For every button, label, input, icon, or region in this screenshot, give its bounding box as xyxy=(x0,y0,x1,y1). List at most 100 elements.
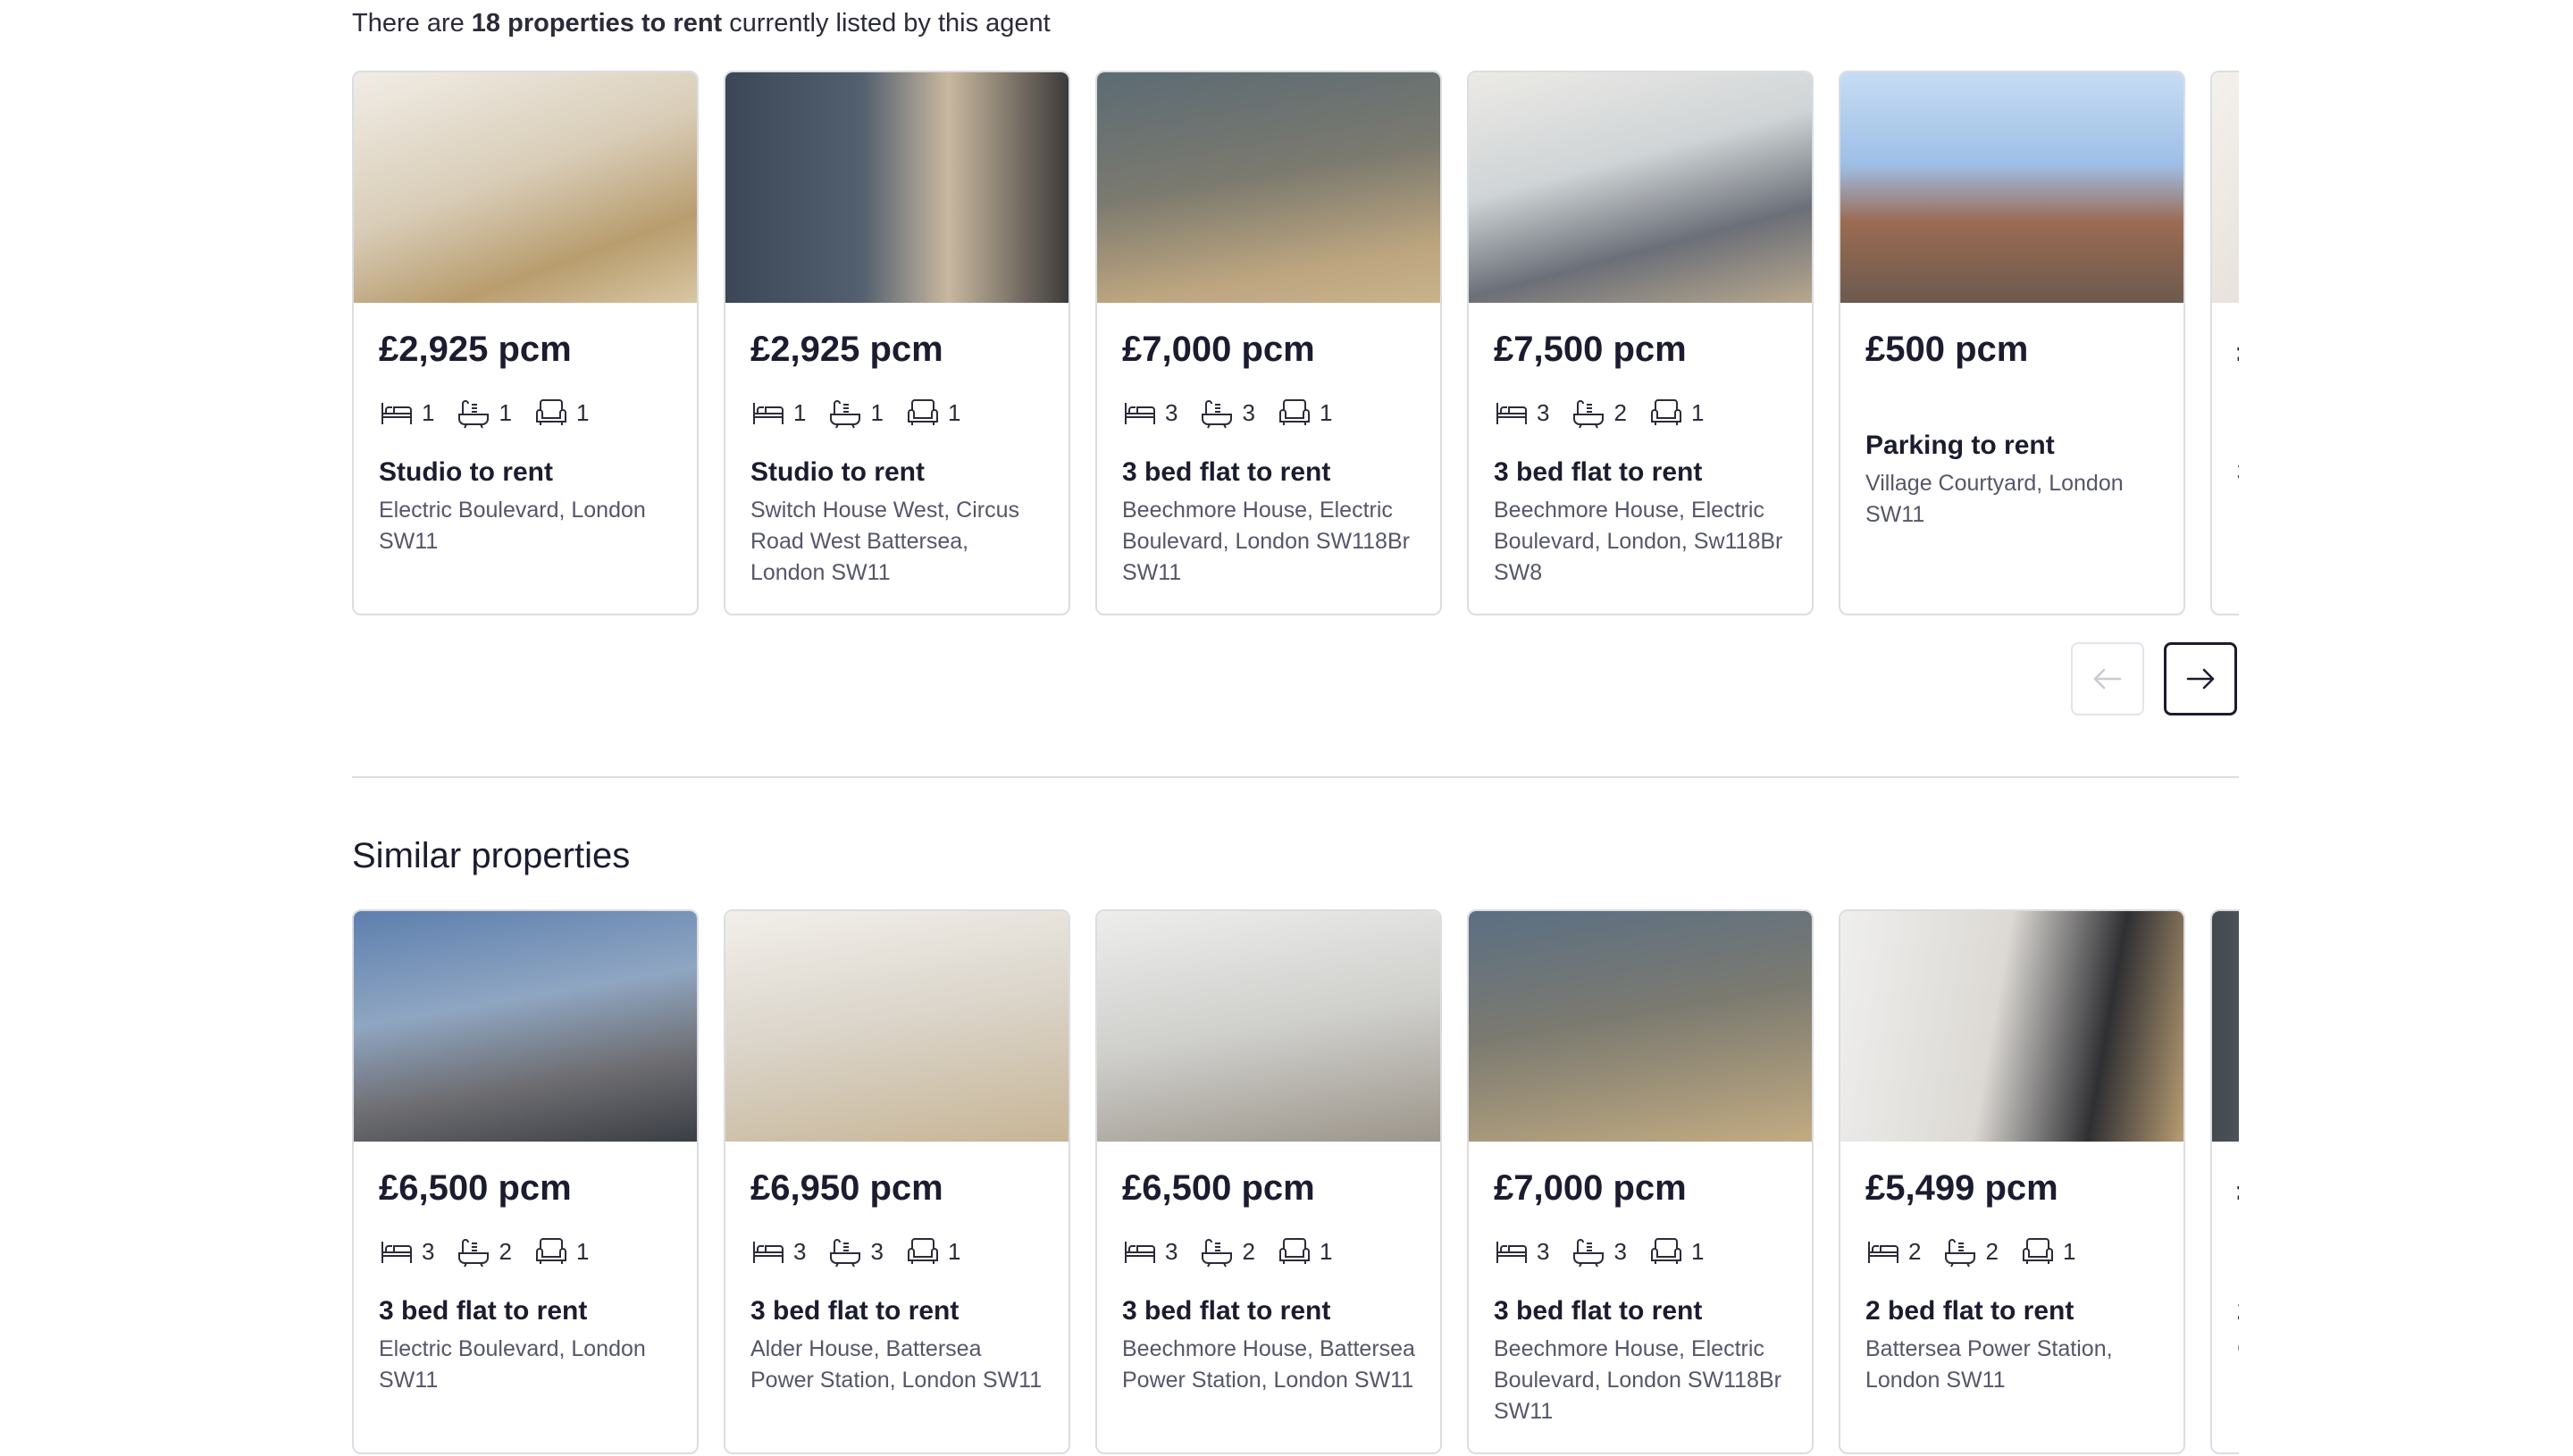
property-card[interactable]: £2,925 pcm 1 1 1 Studio to rent Electric… xyxy=(352,71,699,615)
property-card[interactable]: £7,000 pcm 3 3 1 3 bed flat to rent Beec… xyxy=(1467,909,1814,1454)
bath-icon xyxy=(1573,400,1605,429)
bath-count: 3 xyxy=(1613,1237,1627,1265)
property-card[interactable]: £500 pcm Parking to rent Village Courtya… xyxy=(1839,71,2185,615)
property-address: Electric Boulevard, London SW11 xyxy=(379,498,646,554)
bath-icon xyxy=(1945,1239,1976,1268)
property-address: Battersea Power Station, London SW11 xyxy=(1865,1336,2113,1393)
bath-icon xyxy=(830,400,861,429)
bed-count: 1 xyxy=(793,398,807,426)
bed-icon xyxy=(1125,1242,1155,1263)
property-card[interactable]: £7,000 pcm 3 3 1 3 bed flat to rent Beec… xyxy=(1095,71,1442,615)
property-features: 3 3 1 xyxy=(1122,395,1415,431)
kitchen-photo[interactable] xyxy=(725,72,1069,303)
property-type: Studio to rent xyxy=(379,457,553,487)
summary-prefix: There are xyxy=(352,9,472,38)
property-card[interactable]: £2,925 pcm 1 1 1 Studio to rent Switch H… xyxy=(724,71,1070,615)
sofa-icon xyxy=(907,1238,938,1264)
property-address: Village Courtyard, London SW11 xyxy=(1865,471,2124,527)
kitchen-wardrobe-photo[interactable] xyxy=(1840,911,2183,1142)
property-card[interactable]: £6,500 pcm 3 2 1 3 bed flat to rent Beec… xyxy=(1095,909,1442,1454)
living-room-photo[interactable] xyxy=(354,72,697,303)
bed-count: 1 xyxy=(422,398,435,426)
reception-count: 1 xyxy=(575,398,590,426)
bed-icon xyxy=(1125,403,1155,424)
bed-count: 3 xyxy=(1165,1237,1178,1265)
property-address: Switch House West, Circus Road West Batt… xyxy=(750,498,1020,585)
price: £6,500 pcm xyxy=(1122,1168,1315,1208)
bath-count: 2 xyxy=(499,1237,512,1265)
arrow-right-icon xyxy=(2186,668,2215,690)
kitchen-island-photo[interactable] xyxy=(725,911,1069,1142)
sofa-icon xyxy=(535,1238,566,1264)
price: £2,925 pcm xyxy=(379,330,572,369)
property-type: 2 xyxy=(2237,1296,2239,1326)
property-features: 1 1 1 xyxy=(750,395,1043,431)
similar-properties-title: Similar properties xyxy=(352,836,631,875)
price: £ xyxy=(2237,330,2239,370)
open-plan-kitchen-photo[interactable] xyxy=(1097,72,1440,303)
carousel-next-button[interactable] xyxy=(2164,642,2237,715)
similar-properties-carousel: £6,500 pcm 3 2 1 3 bed flat to rent Elec… xyxy=(352,909,2239,1456)
property-type: 3 bed flat to rent xyxy=(750,1296,960,1326)
bath-count: 2 xyxy=(1613,398,1627,426)
property-address: F L xyxy=(2237,495,2239,526)
property-type: 3 bed flat to rent xyxy=(1122,1296,1331,1326)
price: £500 pcm xyxy=(1865,330,2029,369)
sofa-icon xyxy=(1278,1238,1310,1264)
property-card[interactable]: £6,950 pcm 3 3 1 3 bed flat to rent Alde… xyxy=(724,909,1070,1454)
bath-icon xyxy=(1202,1239,1233,1268)
sofa-icon xyxy=(535,399,566,425)
reception-count: 1 xyxy=(947,398,961,426)
property-card[interactable]: £5,499 pcm 2 2 1 2 bed flat to rent Batt… xyxy=(1839,909,2185,1454)
property-features: 3 3 1 xyxy=(750,1234,1043,1269)
bed-count: 3 xyxy=(1537,398,1550,426)
partial-photo[interactable] xyxy=(2212,72,2239,303)
carousel-prev-button[interactable] xyxy=(2071,642,2144,715)
property-address: Beechmore House, Electric Boulevard, Lon… xyxy=(1122,498,1410,585)
property-address: Beechmore House, Electric Boulevard, Lon… xyxy=(1494,1336,1781,1424)
dining-room-photo[interactable] xyxy=(1469,72,1812,303)
reception-count: 1 xyxy=(575,1237,590,1265)
property-card-partial[interactable]: £ 2 C S xyxy=(2210,909,2239,1454)
property-card[interactable]: £6,500 pcm 3 2 1 3 bed flat to rent Elec… xyxy=(352,909,699,1454)
price: £7,500 pcm xyxy=(1494,330,1687,369)
property-address: C S xyxy=(2237,1334,2239,1365)
price: £7,000 pcm xyxy=(1122,330,1315,369)
bath-icon xyxy=(830,1239,861,1268)
reception-count: 1 xyxy=(947,1237,961,1265)
property-address: Beechmore House, Battersea Power Station… xyxy=(1122,1336,1415,1393)
bath-count: 2 xyxy=(1985,1237,1999,1265)
bath-icon xyxy=(458,1239,490,1268)
sofa-icon xyxy=(1278,399,1310,425)
property-type: 3 bed flat to rent xyxy=(1122,457,1331,487)
bath-count: 2 xyxy=(1242,1237,1255,1265)
reception-count: 1 xyxy=(2062,1237,2076,1265)
sofa-icon xyxy=(1650,399,1681,425)
section-divider xyxy=(352,776,2239,778)
property-features xyxy=(2237,1234,2239,1269)
empty-living-room-photo[interactable] xyxy=(1097,911,1440,1142)
price: £ xyxy=(2237,1168,2239,1209)
property-features: 1 1 1 xyxy=(379,395,672,431)
partial-photo[interactable] xyxy=(2212,911,2239,1142)
open-plan-kitchen-photo[interactable] xyxy=(1469,911,1812,1142)
property-address: Beechmore House, Electric Boulevard, Lon… xyxy=(1494,498,1783,585)
property-type: 2 bed flat to rent xyxy=(1865,1296,2074,1326)
property-card[interactable]: £7,500 pcm 3 2 1 3 bed flat to rent Beec… xyxy=(1467,71,1814,615)
bath-count: 3 xyxy=(1242,398,1255,426)
power-station-photo[interactable] xyxy=(1840,72,2183,303)
property-card-partial[interactable]: £ 3 F L xyxy=(2210,71,2239,615)
bed-icon xyxy=(1868,1242,1898,1263)
summary-count: 18 properties to rent xyxy=(471,9,723,38)
summary-suffix: currently listed by this agent xyxy=(722,9,1051,38)
bed-count: 3 xyxy=(1165,398,1178,426)
property-type: 3 bed flat to rent xyxy=(1494,457,1703,487)
bed-icon xyxy=(753,403,784,424)
property-features: 3 2 1 xyxy=(379,1234,672,1269)
bed-icon xyxy=(2237,395,2239,431)
apartment-building-photo[interactable] xyxy=(354,911,697,1142)
reception-count: 1 xyxy=(1319,1237,1333,1265)
arrow-left-icon xyxy=(2093,668,2122,690)
bath-count: 1 xyxy=(499,398,512,426)
bath-icon xyxy=(1202,400,1233,429)
